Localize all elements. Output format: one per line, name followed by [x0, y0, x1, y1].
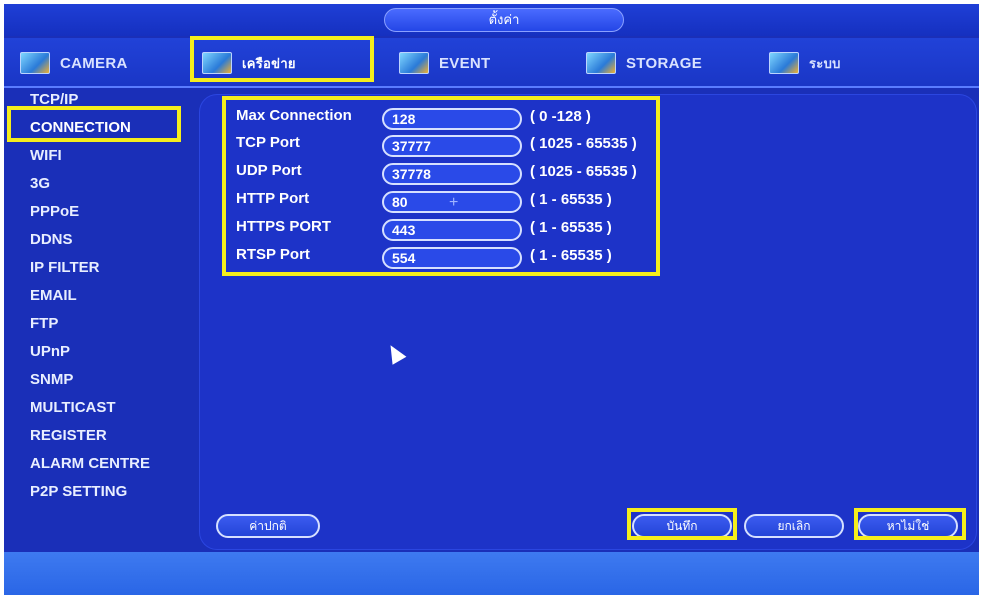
window-title: ตั้งค่า	[384, 8, 624, 32]
crosshair-icon: +	[449, 194, 459, 211]
tab-camera-label: CAMERA	[60, 54, 128, 72]
https-port-field[interactable]: 443	[382, 219, 522, 241]
max-connection-range: ( 0 -128 )	[530, 108, 591, 125]
udp-port-range: ( 1025 - 65535 )	[530, 163, 637, 180]
sidebar-item-multicast[interactable]: MULTICAST	[30, 396, 116, 420]
rtsp-port-range: ( 1 - 65535 )	[530, 247, 612, 264]
dvr-screen: ตั้งค่า CAMERA เครือข่าย EVENT STORAGE ร…	[4, 4, 979, 595]
event-icon	[399, 52, 429, 74]
tcp-port-range: ( 1025 - 65535 )	[530, 135, 637, 152]
apply-button[interactable]: หาไม่ใช่	[858, 514, 958, 538]
sidebar-item-upnp[interactable]: UPnP	[30, 340, 70, 364]
sidebar-item-3g[interactable]: 3G	[30, 172, 50, 196]
max-connection-field[interactable]: 128	[382, 108, 522, 130]
udp-port-field[interactable]: 37778	[382, 163, 522, 185]
sidebar-item-snmp[interactable]: SNMP	[30, 368, 73, 392]
title-bar: ตั้งค่า	[4, 4, 979, 36]
tab-storage-label: STORAGE	[626, 54, 703, 72]
tab-network[interactable]: เครือข่าย	[202, 42, 296, 84]
max-connection-label: Max Connection	[236, 107, 352, 124]
rtsp-port-field[interactable]: 554	[382, 247, 522, 269]
tab-network-label: เครือข่าย	[242, 55, 296, 71]
sidebar-item-email[interactable]: EMAIL	[30, 284, 77, 308]
tab-camera[interactable]: CAMERA	[20, 42, 128, 84]
sidebar-item-tcpip[interactable]: TCP/IP	[30, 88, 78, 112]
https-port-range: ( 1 - 65535 )	[530, 219, 612, 236]
http-port-label: HTTP Port	[236, 190, 310, 207]
sidebar-item-connection[interactable]: CONNECTION	[30, 116, 131, 140]
https-port-label: HTTPS PORT	[236, 218, 332, 235]
sidebar-item-ddns[interactable]: DDNS	[30, 228, 73, 252]
tab-system[interactable]: ระบบ	[769, 42, 841, 84]
http-port-range: ( 1 - 65535 )	[530, 191, 612, 208]
system-icon	[769, 52, 799, 74]
sidebar-item-wifi[interactable]: WIFI	[30, 144, 62, 168]
storage-icon	[586, 52, 616, 74]
cancel-button[interactable]: ยกเลิก	[744, 514, 844, 538]
sidebar: TCP/IP CONNECTION WIFI 3G PPPoE DDNS IP …	[4, 88, 189, 508]
network-icon	[202, 52, 232, 74]
tcp-port-label: TCP Port	[236, 134, 300, 151]
tcp-port-field[interactable]: 37777	[382, 135, 522, 157]
default-button[interactable]: ค่าปกติ	[216, 514, 320, 538]
sidebar-item-ftp[interactable]: FTP	[30, 312, 58, 336]
save-button[interactable]: บันทึก	[632, 514, 732, 538]
sidebar-item-register[interactable]: REGISTER	[30, 424, 107, 448]
tab-bar: CAMERA เครือข่าย EVENT STORAGE ระบบ	[4, 38, 979, 88]
sidebar-item-ip-filter[interactable]: IP FILTER	[30, 256, 99, 280]
udp-port-label: UDP Port	[236, 162, 302, 179]
sidebar-item-p2p-setting[interactable]: P2P SETTING	[30, 480, 127, 504]
tab-event[interactable]: EVENT	[399, 42, 491, 84]
sidebar-item-pppoe[interactable]: PPPoE	[30, 200, 79, 224]
tab-storage[interactable]: STORAGE	[586, 42, 702, 84]
camera-icon	[20, 52, 50, 74]
sidebar-item-alarm-centre[interactable]: ALARM CENTRE	[30, 452, 150, 476]
status-bar	[4, 552, 979, 595]
tab-system-label: ระบบ	[809, 55, 841, 71]
rtsp-port-label: RTSP Port	[236, 246, 310, 263]
tab-event-label: EVENT	[439, 54, 491, 72]
